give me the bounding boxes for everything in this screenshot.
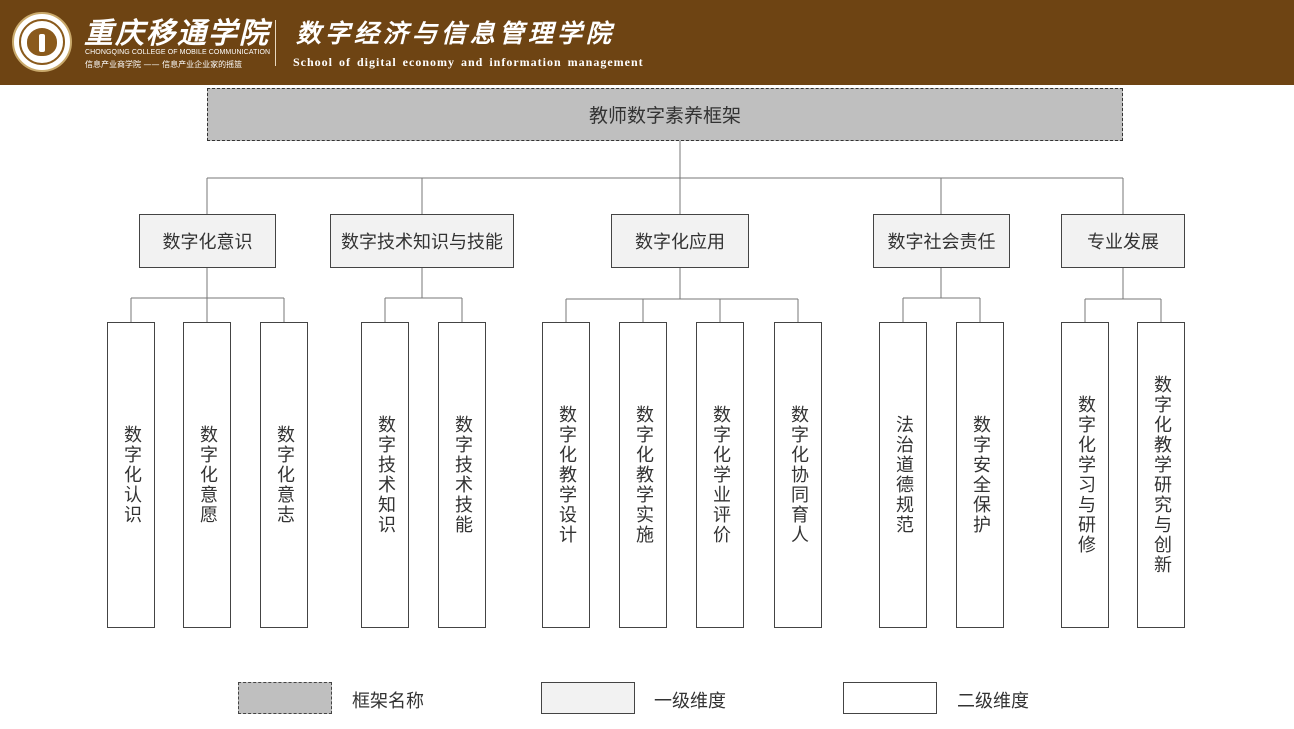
legend-swatch-framework [238,682,332,714]
subdimension-box: 数字化认识 [107,322,155,628]
dimension-digital-social-responsibility: 数字社会责任 [873,214,1010,268]
subdimension-box: 数字化意志 [260,322,308,628]
legend-swatch-level1 [541,682,635,714]
legend-label-level1: 一级维度 [654,691,726,712]
dimension-digital-application: 数字化应用 [611,214,749,268]
dimension-digital-knowledge-skills: 数字技术知识与技能 [330,214,514,268]
subdimension-box: 数字技术技能 [438,322,486,628]
subdimension-box: 数字安全保护 [956,322,1004,628]
subdimension-box: 数字化意愿 [183,322,231,628]
dimension-professional-development: 专业发展 [1061,214,1185,268]
subdimension-box: 数字化教学设计 [542,322,590,628]
subdimension-box: 数字化学习与研修 [1061,322,1109,628]
subdimension-box: 数字技术知识 [361,322,409,628]
subdimension-box: 数字化协同育人 [774,322,822,628]
legend-swatch-level2 [843,682,937,714]
dimension-digital-awareness: 数字化意识 [139,214,276,268]
subdimension-box: 数字化学业评价 [696,322,744,628]
framework-root-box: 教师数字素养框架 [207,88,1123,141]
legend-label-level2: 二级维度 [957,691,1029,712]
subdimension-box: 数字化教学研究与创新 [1137,322,1185,628]
subdimension-box: 法治道德规范 [879,322,927,628]
legend-label-framework: 框架名称 [352,691,424,712]
subdimension-box: 数字化教学实施 [619,322,667,628]
